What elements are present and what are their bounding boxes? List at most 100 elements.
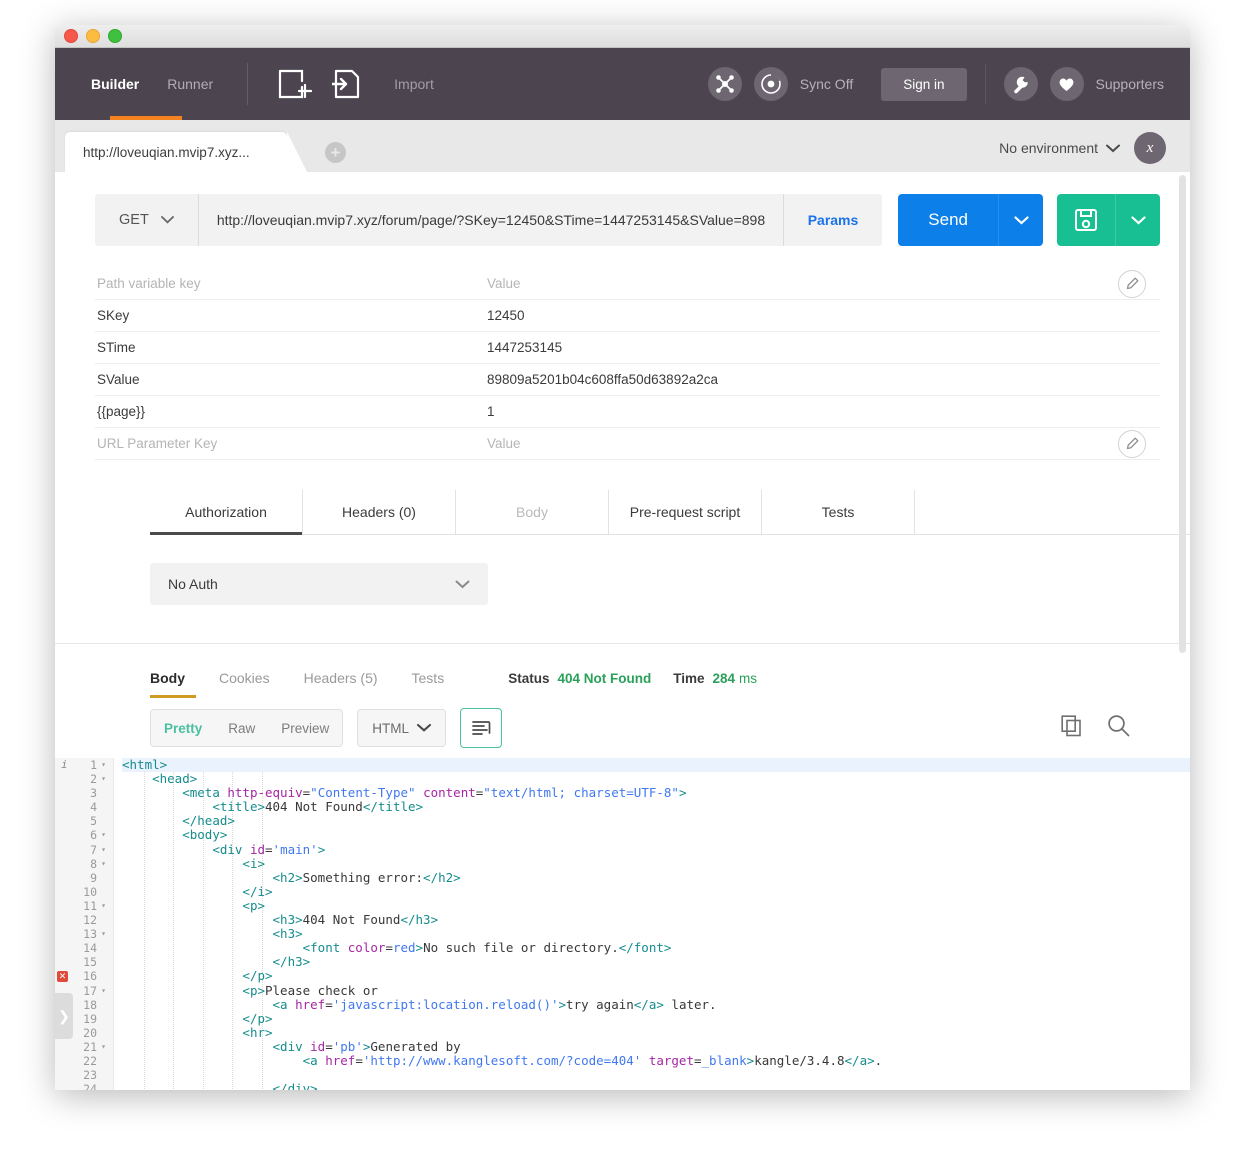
tab-tests[interactable]: Tests bbox=[762, 490, 915, 534]
table-row[interactable]: SKey 12450 bbox=[95, 300, 1160, 332]
table-row[interactable]: SValue 89809a5201b04c608ffa50d63892a2ca bbox=[95, 364, 1160, 396]
code-line[interactable]: <title>404 Not Found</title> bbox=[122, 800, 1190, 814]
code-line[interactable]: <a href='javascript:location.reload()'>t… bbox=[122, 997, 1190, 1012]
code-line[interactable]: <hr> bbox=[122, 1025, 1190, 1040]
chevron-right-icon[interactable]: ❯ bbox=[55, 993, 73, 1039]
code-line[interactable]: <h3> bbox=[122, 927, 1190, 941]
word-wrap-icon[interactable] bbox=[460, 708, 503, 748]
language-selector[interactable]: HTML bbox=[357, 709, 447, 747]
heart-icon[interactable] bbox=[1049, 67, 1084, 101]
gutter-line[interactable]: 12 bbox=[55, 913, 107, 927]
gutter-line[interactable]: 14 bbox=[55, 941, 107, 955]
tab-body[interactable]: Body bbox=[456, 490, 609, 534]
gutter-line[interactable]: 3 bbox=[55, 786, 107, 800]
import-label[interactable]: Import bbox=[394, 76, 434, 92]
code-line[interactable]: <h2>Something error:</h2> bbox=[122, 870, 1190, 885]
fold-toggle-icon[interactable]: ▾ bbox=[100, 899, 107, 913]
window-close-button[interactable] bbox=[64, 29, 78, 43]
eye-x-icon[interactable]: x bbox=[1134, 132, 1166, 164]
tab-authorization[interactable]: Authorization bbox=[150, 490, 303, 535]
code-line[interactable]: <body> bbox=[122, 828, 1190, 842]
fold-toggle-icon[interactable]: ▾ bbox=[100, 1040, 107, 1054]
gutter-line[interactable]: 15 bbox=[55, 955, 107, 969]
code-line[interactable]: <head> bbox=[122, 772, 1190, 786]
fold-toggle-icon[interactable]: ▾ bbox=[100, 828, 107, 842]
gutter-line[interactable]: 11 ▾ bbox=[55, 899, 107, 913]
response-tab-cookies[interactable]: Cookies bbox=[219, 670, 270, 704]
fold-toggle-icon[interactable]: ▾ bbox=[100, 927, 107, 941]
response-body-viewer[interactable]: i 1 ▾ 2 ▾ 3 4 5 6 ▾ 7 ▾ 8 ▾ 9 10 11 ▾ 12 13 ▾ 14 15 ✕ 16 17 ▾ 18 19 2… bbox=[55, 748, 1190, 1090]
wrench-icon[interactable] bbox=[1003, 67, 1038, 101]
response-tab-tests[interactable]: Tests bbox=[412, 670, 445, 704]
gutter-line[interactable]: 13 ▾ bbox=[55, 927, 107, 941]
fold-toggle-icon[interactable]: ▾ bbox=[100, 758, 107, 772]
import-icon[interactable] bbox=[332, 68, 362, 100]
gutter-line[interactable]: 21 ▾ bbox=[55, 1040, 107, 1054]
code-editor[interactable]: i 1 ▾ 2 ▾ 3 4 5 6 ▾ 7 ▾ 8 ▾ 9 10 11 ▾ 12 13 ▾ 14 15 ✕ 16 17 ▾ 18 19 2… bbox=[55, 758, 1190, 1090]
format-preview[interactable]: Preview bbox=[268, 710, 342, 746]
gutter-line[interactable]: 22 bbox=[55, 1054, 107, 1068]
info-icon[interactable]: i bbox=[61, 758, 68, 772]
table-row[interactable]: {{page}} 1 bbox=[95, 396, 1160, 428]
error-marker[interactable]: ✕ bbox=[57, 970, 68, 982]
sign-in-button[interactable]: Sign in bbox=[881, 67, 967, 101]
gutter-line[interactable]: 24 bbox=[55, 1082, 107, 1090]
send-options-caret[interactable] bbox=[998, 194, 1043, 246]
gutter-line[interactable]: 7 ▾ bbox=[55, 843, 107, 857]
gutter-line[interactable]: 23 bbox=[55, 1068, 107, 1082]
save-options-caret[interactable] bbox=[1115, 194, 1160, 246]
code-line[interactable] bbox=[122, 1068, 1190, 1082]
request-tab[interactable]: http://loveuqian.mvip7.xyz... bbox=[65, 132, 307, 172]
table-row[interactable]: STime 1447253145 bbox=[95, 332, 1160, 364]
url-input[interactable]: http://loveuqian.mvip7.xyz/forum/page/?S… bbox=[197, 194, 783, 246]
header-tab-builder[interactable]: Builder bbox=[91, 48, 139, 120]
response-tab-headers[interactable]: Headers (5) bbox=[304, 670, 378, 704]
fold-toggle-icon[interactable]: ▾ bbox=[100, 843, 107, 857]
format-pretty[interactable]: Pretty bbox=[151, 710, 215, 746]
fold-toggle-icon[interactable]: ▾ bbox=[100, 984, 107, 998]
code-line[interactable]: <div id='main'> bbox=[122, 842, 1190, 857]
send-button[interactable]: Send bbox=[898, 194, 998, 246]
sync-orbit-icon[interactable] bbox=[753, 67, 788, 101]
supporters-label[interactable]: Supporters bbox=[1096, 76, 1164, 92]
code-line[interactable]: </h3> bbox=[122, 955, 1190, 969]
http-method-selector[interactable]: GET bbox=[95, 194, 198, 246]
gutter-line[interactable]: ✕ 16 bbox=[55, 969, 107, 983]
gutter-line[interactable]: 6 ▾ bbox=[55, 828, 107, 842]
plus-icon[interactable]: + bbox=[325, 142, 346, 163]
fold-toggle-icon[interactable]: ▾ bbox=[100, 772, 107, 786]
pencil-icon[interactable] bbox=[1118, 269, 1146, 298]
code-line[interactable]: <p> bbox=[122, 898, 1190, 913]
gutter-line[interactable]: 9 bbox=[55, 871, 107, 885]
main-scrollbar[interactable] bbox=[1179, 175, 1186, 653]
gutter-line[interactable]: 8 ▾ bbox=[55, 857, 107, 871]
code-line[interactable]: <i> bbox=[122, 856, 1190, 871]
editor-gutter[interactable]: i 1 ▾ 2 ▾ 3 4 5 6 ▾ 7 ▾ 8 ▾ 9 10 11 ▾ 12 13 ▾ 14 15 ✕ 16 17 ▾ 18 19 2… bbox=[55, 758, 114, 1090]
copy-icon[interactable] bbox=[1061, 714, 1083, 742]
code-line[interactable]: <h3>404 Not Found</h3> bbox=[122, 912, 1190, 927]
gutter-line[interactable]: 2 ▾ bbox=[55, 772, 107, 786]
code-line[interactable]: <font color=red>No such file or director… bbox=[122, 941, 1190, 955]
response-tab-body[interactable]: Body bbox=[150, 670, 196, 704]
gutter-line[interactable]: i 1 ▾ bbox=[55, 758, 107, 772]
header-tab-runner[interactable]: Runner bbox=[167, 48, 213, 120]
gutter-line[interactable]: 10 bbox=[55, 885, 107, 899]
gutter-line[interactable]: 4 bbox=[55, 800, 107, 814]
window-minimize-button[interactable] bbox=[86, 29, 100, 43]
params-toggle[interactable]: Params bbox=[782, 194, 883, 246]
code-line[interactable]: <div id='pb'>Generated by bbox=[122, 1039, 1190, 1054]
window-maximize-button[interactable] bbox=[108, 29, 122, 43]
floppy-disk-icon[interactable] bbox=[1057, 194, 1115, 246]
tab-pre-request-script[interactable]: Pre-request script bbox=[609, 490, 762, 534]
pencil-icon[interactable] bbox=[1118, 429, 1146, 458]
code-line[interactable]: </head> bbox=[122, 814, 1190, 828]
editor-code-area[interactable]: <html> <head> <meta http-equiv="Content-… bbox=[114, 758, 1190, 1090]
tab-headers[interactable]: Headers (0) bbox=[303, 490, 456, 534]
code-line[interactable]: <html> bbox=[122, 758, 1190, 773]
format-raw[interactable]: Raw bbox=[215, 710, 268, 746]
chevron-down-icon[interactable] bbox=[1106, 144, 1120, 153]
code-line[interactable]: </i> bbox=[122, 884, 1190, 899]
code-line[interactable]: </div> bbox=[122, 1082, 1190, 1090]
auth-type-selector[interactable]: No Auth bbox=[150, 563, 488, 605]
gutter-line[interactable]: 5 bbox=[55, 814, 107, 828]
